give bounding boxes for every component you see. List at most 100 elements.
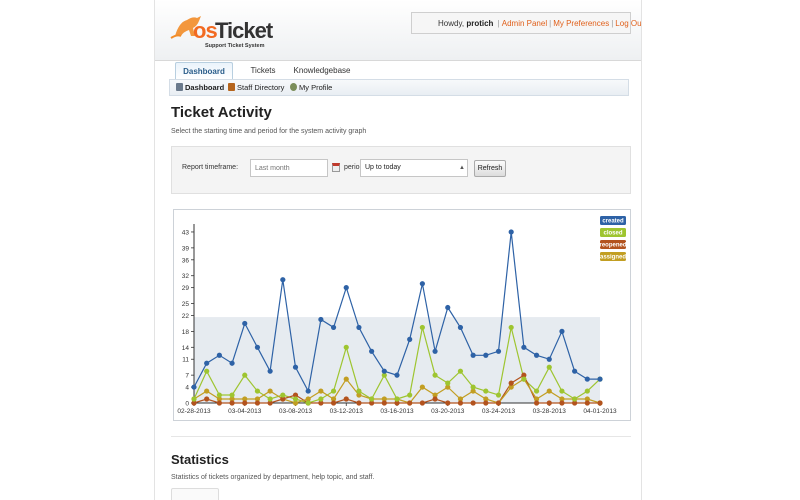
- data-point-reopened: [584, 400, 590, 406]
- data-point-closed: [584, 388, 590, 394]
- data-point-assigned: [546, 388, 552, 394]
- timeframe-label: Report timeframe:: [182, 164, 239, 171]
- legend-label-created: created: [602, 219, 624, 225]
- data-point-created: [280, 277, 286, 283]
- statistics-description: Statistics of tickets organized by depar…: [171, 474, 375, 481]
- data-point-created: [204, 360, 210, 366]
- data-point-created: [533, 352, 540, 358]
- subnav-item-staff-directory[interactable]: Staff Directory: [228, 80, 284, 95]
- osticket-logo[interactable]: os Ticket Support Ticket System: [169, 12, 279, 52]
- subnav-item-my-profile[interactable]: My Profile: [290, 80, 332, 95]
- my-preferences-link[interactable]: My Preferences: [553, 19, 609, 28]
- legend-label-closed: closed: [603, 231, 622, 237]
- tab-knowledgebase[interactable]: Knowledgebase: [291, 62, 353, 79]
- dashboard-icon: [176, 83, 183, 91]
- data-point-assigned: [267, 388, 273, 394]
- data-point-closed: [254, 388, 261, 394]
- data-point-closed: [343, 344, 349, 350]
- data-point-created: [407, 336, 413, 342]
- data-point-created: [419, 281, 425, 287]
- data-point-reopened: [419, 400, 425, 406]
- data-point-closed: [318, 396, 324, 402]
- data-point-created: [559, 328, 565, 334]
- x-tick-label: 03-24-2013: [482, 408, 516, 415]
- sub-navigation: Dashboard Staff Directory My Profile: [169, 79, 629, 96]
- period-select[interactable]: Up to today ▲: [360, 159, 468, 177]
- data-point-created: [330, 324, 337, 331]
- y-tick-label: 7: [185, 373, 189, 380]
- x-tick-label: 03-20-2013: [431, 408, 465, 415]
- app-window: os Ticket Support Ticket System Howdy, p…: [154, 0, 642, 500]
- data-point-closed: [432, 372, 438, 378]
- y-tick-label: 18: [182, 329, 190, 336]
- statistics-title: Statistics: [171, 452, 229, 467]
- data-point-closed: [394, 396, 400, 402]
- subnav-item-dashboard[interactable]: Dashboard: [176, 80, 224, 95]
- data-point-reopened: [432, 396, 438, 402]
- data-point-reopened: [216, 400, 222, 406]
- data-point-created: [457, 324, 464, 331]
- x-tick-label: 03-16-2013: [380, 408, 414, 415]
- calendar-icon[interactable]: [332, 163, 340, 172]
- log-out-link[interactable]: Log Out: [615, 19, 641, 28]
- activity-description: Select the starting time and period for …: [171, 128, 367, 135]
- y-tick-label: 36: [182, 257, 190, 264]
- data-point-reopened: [546, 400, 552, 406]
- tab-tickets[interactable]: Tickets: [243, 62, 283, 79]
- statistics-tab-stub[interactable]: [171, 488, 219, 500]
- data-point-created: [318, 316, 324, 323]
- data-point-closed: [546, 364, 552, 370]
- data-point-created: [521, 344, 527, 350]
- data-point-reopened: [407, 400, 413, 406]
- data-point-reopened: [559, 400, 565, 406]
- data-point-closed: [229, 392, 235, 398]
- tab-dashboard[interactable]: Dashboard: [175, 62, 233, 79]
- data-point-closed: [242, 372, 248, 378]
- section-divider: [171, 436, 631, 437]
- data-point-created: [432, 348, 438, 354]
- data-point-closed: [419, 324, 425, 331]
- x-tick-label: 03-04-2013: [228, 408, 262, 415]
- data-point-assigned: [343, 376, 349, 382]
- data-point-closed: [407, 392, 413, 398]
- timeframe-input[interactable]: [250, 159, 328, 177]
- legend-label-assigned: assigned: [600, 255, 626, 261]
- data-point-reopened: [508, 380, 514, 386]
- timeframe-filter-form: Report timeframe: period: Up to today ▲ …: [171, 146, 631, 194]
- data-point-created: [191, 384, 197, 390]
- data-point-closed: [191, 396, 197, 402]
- y-tick-label: 43: [182, 229, 190, 236]
- y-tick-label: 29: [182, 285, 190, 292]
- data-point-created: [369, 348, 375, 354]
- y-tick-label: 32: [182, 273, 190, 280]
- data-point-closed: [330, 388, 337, 394]
- data-point-closed: [483, 388, 489, 394]
- y-tick-label: 22: [182, 313, 190, 320]
- plot-upper-band: [194, 224, 600, 318]
- x-tick-label: 03-08-2013: [279, 408, 313, 415]
- y-tick-label: 0: [185, 401, 189, 408]
- header: os Ticket Support Ticket System Howdy, p…: [155, 0, 641, 61]
- x-tick-label: 03-12-2013: [330, 408, 364, 415]
- data-point-created: [343, 285, 349, 291]
- greeting-text: Howdy,: [438, 19, 465, 28]
- profile-icon: [290, 83, 297, 91]
- data-point-reopened: [356, 400, 362, 406]
- refresh-button[interactable]: Refresh: [474, 160, 506, 177]
- data-point-reopened: [457, 400, 464, 406]
- data-point-reopened: [343, 396, 349, 402]
- admin-panel-link[interactable]: Admin Panel: [502, 19, 547, 28]
- data-point-created: [508, 229, 514, 235]
- data-point-reopened: [533, 400, 540, 406]
- data-point-closed: [559, 388, 565, 394]
- data-point-reopened: [495, 400, 502, 406]
- legend-label-reopened: reopened: [599, 243, 626, 249]
- y-tick-label: 14: [182, 345, 190, 352]
- data-point-assigned: [419, 384, 425, 390]
- data-point-created: [597, 376, 603, 382]
- y-tick-label: 4: [185, 385, 189, 392]
- logo-tagline: Support Ticket System: [205, 43, 265, 49]
- data-point-reopened: [229, 400, 235, 406]
- data-point-closed: [216, 392, 222, 398]
- data-point-created: [242, 320, 248, 327]
